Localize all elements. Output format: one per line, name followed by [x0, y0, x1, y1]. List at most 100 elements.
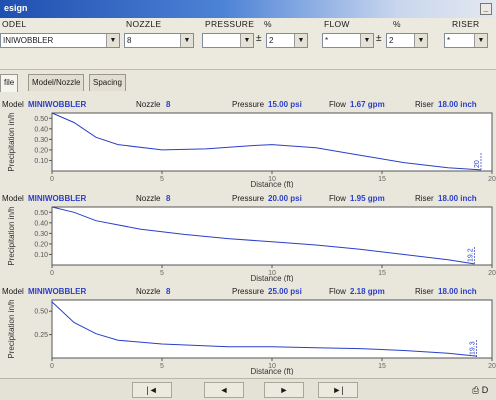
throw-radius-label: 19.2 — [467, 248, 474, 262]
pressure-select[interactable]: ▼ — [202, 33, 254, 48]
flow-select[interactable]: * ▼ — [322, 33, 374, 48]
riser-value: 18.00 inch — [438, 287, 477, 296]
nozzle-select[interactable]: 8 ▼ — [124, 33, 194, 48]
x-axis-label: Distance (ft) — [250, 274, 293, 282]
y-axis-label: Precipitation in/h — [7, 299, 16, 358]
chevron-down-icon[interactable]: ▼ — [414, 34, 427, 47]
flow-value: 2.18 gpm — [350, 287, 385, 296]
nozzle-value: 8 — [166, 100, 171, 109]
y-tick-label: 0.25 — [34, 332, 48, 339]
tab-file[interactable]: file — [0, 74, 19, 92]
model-value: MINIWOBBLER — [28, 194, 87, 203]
model-label: Model — [2, 100, 24, 109]
x-tick-label: 5 — [160, 176, 164, 183]
plot-area — [51, 112, 493, 172]
x-axis-label: Distance (ft) — [250, 367, 293, 375]
nozzle-select-value: 8 — [127, 36, 132, 45]
flow-value: 1.95 gpm — [350, 194, 385, 203]
flow-select-value: * — [325, 36, 329, 45]
pressure-label: Pressure — [232, 287, 265, 296]
nozzle-value: 8 — [166, 287, 171, 296]
nozzle-label: NOZZLE — [126, 19, 162, 29]
flow-label: FLOW — [324, 19, 350, 29]
model-label: Model — [2, 287, 24, 296]
help-button[interactable]: _ — [480, 3, 492, 15]
x-tick-label: 20 — [488, 270, 496, 277]
chart-panel-1: Model MINIWOBBLER Nozzle 8 Pressure 15.0… — [0, 98, 496, 188]
model-value: MINIWOBBLER — [28, 100, 87, 109]
chevron-down-icon[interactable]: ▼ — [106, 34, 119, 47]
chart-svg: Precipitation in/h 0.50 0.40 0.30 0.20 0.10 0 5… — [7, 206, 496, 282]
pressure-value: 15.00 psi — [268, 100, 302, 109]
riser-value: 18.00 inch — [438, 194, 477, 203]
x-tick-label: 15 — [378, 363, 386, 370]
x-tick-label: 0 — [50, 363, 54, 370]
x-tick-label: 15 — [378, 176, 386, 183]
riser-label: Riser — [415, 100, 434, 109]
model-select[interactable]: INIWOBBLER ▼ — [0, 33, 120, 48]
x-tick-label: 0 — [50, 270, 54, 277]
flow-plusminus: ± — [376, 33, 382, 44]
throw-radius-label: 19.3 — [470, 341, 477, 355]
model-value: MINIWOBBLER — [28, 287, 87, 296]
panel-header: Model MINIWOBBLER Nozzle 8 Pressure 20.0… — [0, 192, 496, 205]
flow-label: Flow — [329, 287, 346, 296]
y-tick-label: 0.50 — [34, 116, 48, 123]
tab-spacing[interactable]: Spacing — [89, 74, 126, 91]
last-record-button[interactable]: ►| — [318, 382, 358, 398]
model-label: ODEL — [2, 19, 27, 29]
chevron-down-icon[interactable]: ▼ — [474, 34, 487, 47]
flow-label: Flow — [329, 100, 346, 109]
y-tick-label: 0.10 — [34, 158, 48, 165]
chevron-down-icon[interactable]: ▼ — [240, 34, 253, 47]
flow-value: 1.67 gpm — [350, 100, 385, 109]
window-title: esign — [4, 3, 28, 13]
chart-svg: Precipitation in/h 0.50 0.40 0.30 0.20 0.10 0 5… — [7, 112, 496, 188]
print-button[interactable]: ⎙ D — [472, 382, 496, 398]
riser-select-value: * — [447, 36, 451, 45]
y-tick-label: 0.40 — [34, 220, 48, 227]
first-record-button[interactable]: |◄ — [132, 382, 172, 398]
pressure-plusminus: ± — [256, 33, 262, 44]
model-label: Model — [2, 194, 24, 203]
x-tick-label: 20 — [488, 176, 496, 183]
y-tick-label: 0.20 — [34, 241, 48, 248]
pressure-tolerance-value: 2 — [269, 36, 274, 45]
chart-panel-3: Model MINIWOBBLER Nozzle 8 Pressure 25.0… — [0, 285, 496, 375]
pressure-percent-label: % — [264, 19, 272, 29]
y-tick-label: 0.50 — [34, 210, 48, 217]
riser-select[interactable]: * ▼ — [444, 33, 488, 48]
previous-record-button[interactable]: ◄ — [204, 382, 244, 398]
y-tick-label: 0.40 — [34, 126, 48, 133]
parameter-bar: ODEL NOZZLE PRESSURE % FLOW % RISER INIW… — [0, 18, 496, 70]
pressure-tolerance-select[interactable]: 2 ▼ — [266, 33, 308, 48]
chevron-down-icon[interactable]: ▼ — [180, 34, 193, 47]
nozzle-label: Nozzle — [136, 100, 161, 109]
y-tick-label: 0.10 — [34, 252, 48, 259]
pressure-label: PRESSURE — [205, 19, 255, 29]
y-tick-label: 0.30 — [34, 231, 48, 238]
plot-area — [51, 299, 493, 359]
riser-value: 18.00 inch — [438, 100, 477, 109]
flow-label: Flow — [329, 194, 346, 203]
riser-label: Riser — [415, 194, 434, 203]
flow-tolerance-select[interactable]: 2 ▼ — [386, 33, 428, 48]
chevron-down-icon[interactable]: ▼ — [294, 34, 307, 47]
riser-label: Riser — [415, 287, 434, 296]
title-bar: esign _ — [0, 0, 496, 18]
print-button-label: D — [481, 385, 489, 395]
flow-percent-label: % — [393, 19, 401, 29]
y-axis-label: Precipitation in/h — [7, 112, 16, 171]
y-tick-label: 0.50 — [34, 309, 48, 316]
pressure-value: 20.00 psi — [268, 194, 302, 203]
x-axis-label: Distance (ft) — [250, 180, 293, 188]
y-tick-label: 0.20 — [34, 147, 48, 154]
chevron-down-icon[interactable]: ▼ — [360, 34, 373, 47]
pressure-label: Pressure — [232, 194, 265, 203]
precipitation-chart: Precipitation in/h 0.50 0.40 0.30 0.20 0.10 0 5… — [0, 205, 496, 282]
precipitation-chart: Precipitation in/h 0.50 0.25 0 5 10 15 20 Distan… — [0, 298, 496, 375]
nozzle-label: Nozzle — [136, 194, 161, 203]
printer-icon: ⎙ — [472, 385, 480, 395]
next-record-button[interactable]: ► — [264, 382, 304, 398]
tab-model-nozzle[interactable]: Model/Nozzle — [28, 74, 85, 91]
